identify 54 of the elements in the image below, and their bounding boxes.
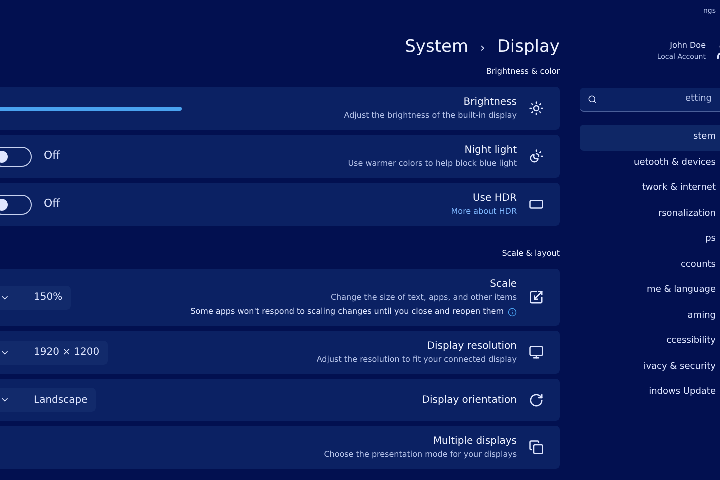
sidebar-item[interactable]: me & language bbox=[580, 278, 720, 304]
dropdown[interactable]: 1920 × 1200 bbox=[0, 340, 108, 364]
card-title: Display orientation bbox=[422, 394, 517, 408]
settings-card[interactable]: 150% Scale Change the size of text, apps, and other items Some apps won't respond to scaling changes until you close and reopen them bbox=[0, 269, 560, 326]
sidebar-item[interactable]: indows Update bbox=[580, 380, 720, 406]
settings-card[interactable]: Landscape Display orientation bbox=[0, 379, 560, 421]
settings-card[interactable]: Multiple displays Choose the presentation mode for your displays bbox=[0, 426, 560, 469]
sidebar-item[interactable]: ps bbox=[580, 227, 720, 252]
card-subtitle: Choose the presentation mode for your displays bbox=[324, 449, 517, 461]
settings-card[interactable]: 1920 × 1200 Display resolution Adjust the resolution to fit your connected display bbox=[0, 331, 560, 374]
monitor-icon bbox=[529, 345, 544, 360]
breadcrumb-item[interactable]: System bbox=[405, 35, 469, 61]
info-icon bbox=[508, 308, 517, 316]
breadcrumb-item: Display bbox=[497, 36, 560, 60]
section-heading: Scale & layout bbox=[502, 248, 560, 260]
card-title: Scale bbox=[490, 278, 517, 292]
search-field[interactable]: etting bbox=[580, 88, 720, 112]
card-title: Night light bbox=[464, 144, 517, 158]
search-icon bbox=[588, 95, 597, 104]
hdr-link[interactable]: More about HDR bbox=[451, 206, 517, 218]
dropdown[interactable]: Landscape bbox=[0, 388, 96, 412]
card-title: Display resolution bbox=[427, 340, 517, 354]
card-title: Use HDR bbox=[472, 192, 517, 206]
breadcrumb-separator: › bbox=[480, 40, 486, 57]
toggle-switch[interactable] bbox=[0, 194, 32, 214]
sidebar-item[interactable]: uetooth & devices bbox=[580, 150, 720, 176]
card-subtitle: Change the size of text, apps, and other items bbox=[330, 292, 517, 304]
sidebar-item[interactable]: aming bbox=[580, 304, 720, 329]
card-subtitle: Use warmer colors to help block blue light bbox=[348, 158, 517, 170]
scale-note: Some apps won't respond to scaling changes until you close and reopen them bbox=[190, 306, 504, 318]
rectangle-icon bbox=[529, 197, 544, 212]
stacked-screens-icon bbox=[529, 440, 544, 455]
sun-icon bbox=[529, 101, 544, 116]
account-name: John Doe bbox=[670, 40, 706, 52]
sidebar-item[interactable]: stem bbox=[580, 125, 720, 150]
sidebar-item[interactable]: rsonalization bbox=[580, 202, 720, 227]
card-subtitle: Adjust the resolution to fit your connected display bbox=[316, 354, 517, 366]
section-heading: Brightness & color bbox=[486, 66, 560, 78]
card-title: Multiple displays bbox=[433, 435, 517, 449]
rotate-icon bbox=[529, 392, 544, 408]
scaling-icon bbox=[529, 290, 544, 305]
settings-card[interactable]: Off Use HDR More about HDR bbox=[0, 183, 560, 226]
card-title: Brightness bbox=[464, 96, 517, 110]
toggle-switch[interactable] bbox=[0, 146, 32, 166]
dropdown[interactable]: 150% bbox=[0, 286, 71, 310]
sidebar-item[interactable]: ccessibility bbox=[580, 329, 720, 354]
card-subtitle: Adjust the brightness of the built-in display bbox=[344, 110, 517, 122]
sun-moon-icon bbox=[529, 149, 544, 164]
sidebar-item[interactable]: ccounts bbox=[580, 252, 720, 278]
settings-card[interactable]: Off Night light Use warmer colors to help block blue light bbox=[0, 135, 560, 178]
toggle-state: Off bbox=[44, 148, 60, 164]
sidebar-item[interactable]: ivacy & security bbox=[580, 354, 720, 380]
sidebar-item[interactable]: twork & internet bbox=[580, 176, 720, 202]
toggle-state: Off bbox=[44, 196, 60, 212]
